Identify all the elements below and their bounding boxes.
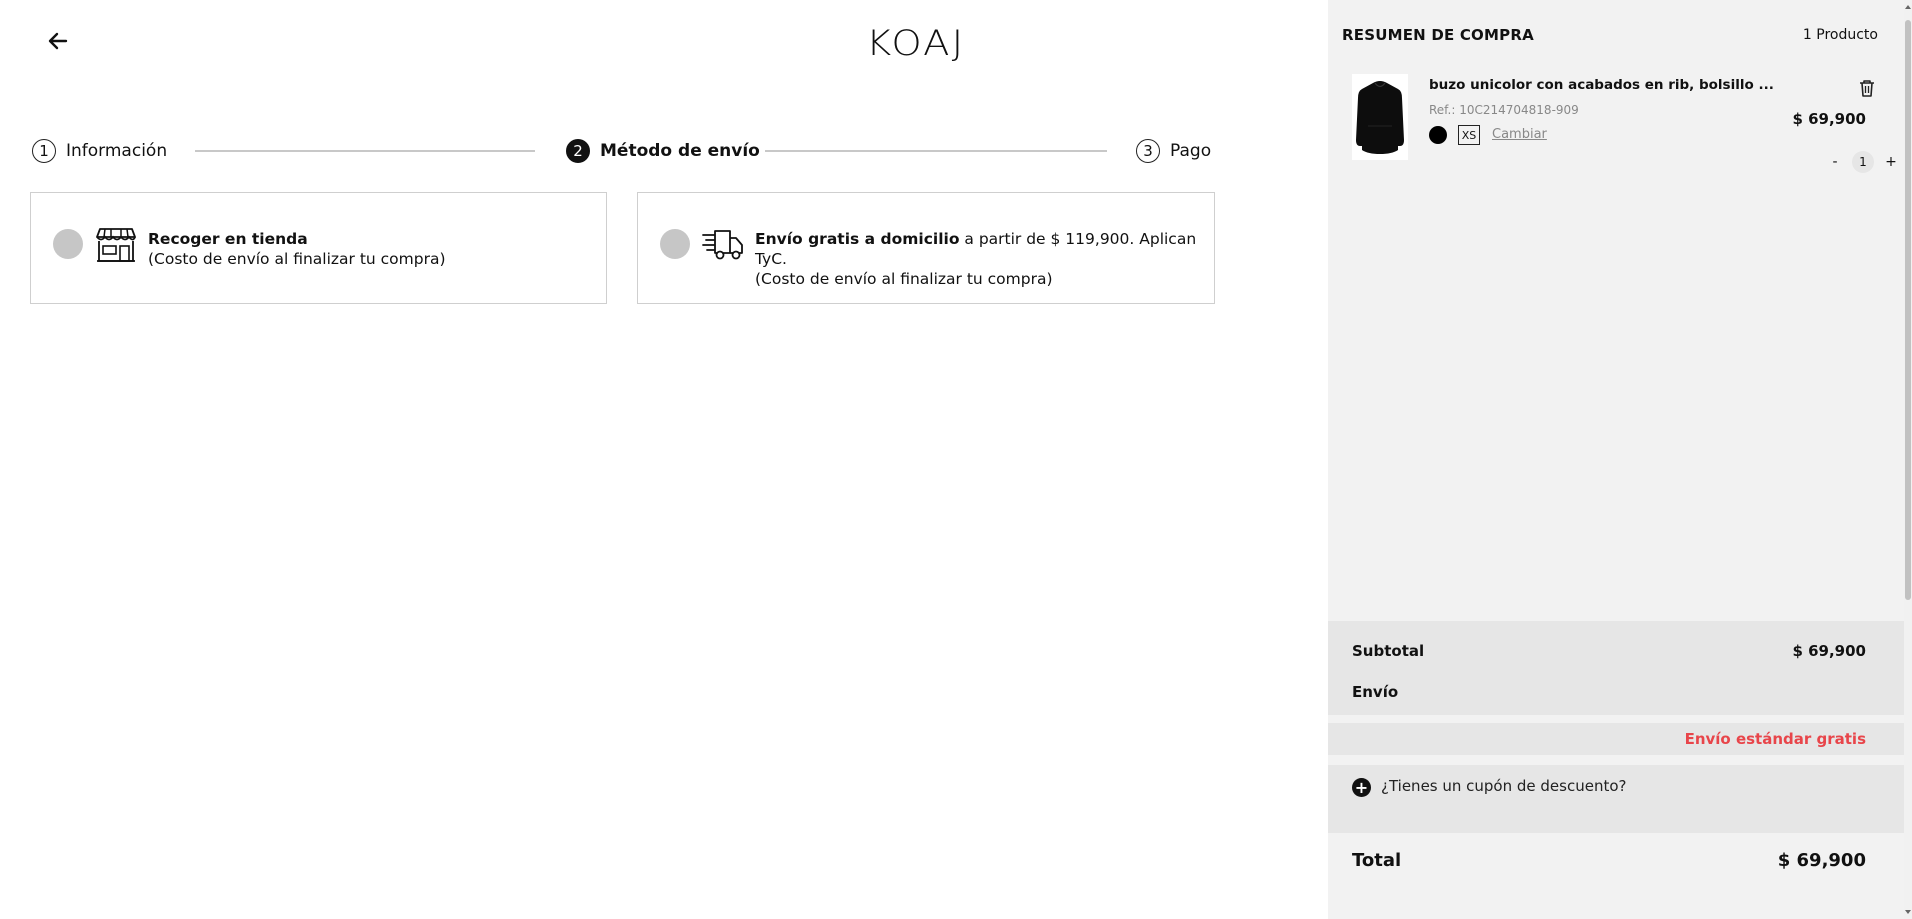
quantity-stepper: - 1 + bbox=[1828, 150, 1898, 174]
trash-icon[interactable] bbox=[1858, 78, 1876, 98]
step-number: 3 bbox=[1136, 139, 1160, 163]
step-label: Información bbox=[66, 141, 168, 161]
step-informacion[interactable]: 1 Información bbox=[32, 137, 167, 165]
step-label: Método de envío bbox=[600, 141, 760, 161]
total-label: Total bbox=[1352, 850, 1402, 871]
option-text: Envío gratis a domicilio a partir de $ 1… bbox=[755, 229, 1214, 289]
option-note: (Costo de envío al finalizar tu compra) bbox=[148, 250, 446, 268]
step-divider bbox=[195, 150, 535, 152]
subtotal-label: Subtotal bbox=[1352, 642, 1425, 660]
option-title: Recoger en tienda bbox=[148, 230, 308, 248]
product-thumbnail bbox=[1352, 74, 1408, 160]
free-shipping-row: Envío estándar gratis bbox=[1328, 723, 1904, 755]
coupon-toggle[interactable]: + ¿Tienes un cupón de descuento? bbox=[1328, 765, 1904, 833]
scroll-down-icon[interactable] bbox=[1905, 910, 1911, 914]
step-number: 1 bbox=[32, 139, 56, 163]
product-price: $ 69,900 bbox=[1792, 110, 1866, 128]
shipping-option-home-delivery[interactable]: Envío gratis a domicilio a partir de $ 1… bbox=[637, 192, 1215, 304]
shipping-label: Envío bbox=[1352, 683, 1399, 701]
step-number: 2 bbox=[566, 139, 590, 163]
option-title: Envío gratis a domicilio bbox=[755, 230, 960, 248]
change-variant-link[interactable]: Cambiar bbox=[1492, 127, 1547, 142]
product-color-swatch bbox=[1429, 126, 1447, 144]
option-note: (Costo de envío al finalizar tu compra) bbox=[755, 270, 1053, 288]
order-summary-panel: RESUMEN DE COMPRA 1 Producto buzo unicol… bbox=[1328, 0, 1904, 919]
delivery-truck-icon bbox=[702, 227, 744, 263]
product-reference: Ref.: 10C214704818-909 bbox=[1429, 103, 1579, 117]
store-icon bbox=[95, 227, 137, 263]
coupon-text: ¿Tienes un cupón de descuento? bbox=[1381, 777, 1627, 795]
plus-circle-icon: + bbox=[1352, 778, 1371, 797]
scrollbar[interactable] bbox=[1904, 0, 1912, 919]
subtotal-value: $ 69,900 bbox=[1792, 642, 1866, 660]
quantity-increase-button[interactable]: + bbox=[1884, 154, 1898, 170]
back-arrow-icon[interactable] bbox=[44, 27, 72, 55]
step-divider bbox=[765, 150, 1107, 152]
step-label: Pago bbox=[1170, 141, 1212, 161]
step-metodo-envio[interactable]: 2 Método de envío bbox=[566, 137, 760, 165]
total-value: $ 69,900 bbox=[1777, 850, 1866, 871]
quantity-value: 1 bbox=[1852, 151, 1874, 173]
scroll-up-icon[interactable] bbox=[1905, 5, 1911, 9]
checkout-stepper: 1 Información 2 Método de envío 3 Pago bbox=[32, 137, 1212, 165]
step-pago[interactable]: 3 Pago bbox=[1136, 137, 1211, 165]
totals-section: Subtotal $ 69,900 Envío bbox=[1328, 621, 1904, 715]
shipping-option-store-pickup[interactable]: Recoger en tienda (Costo de envío al fin… bbox=[30, 192, 607, 304]
option-text: Recoger en tienda (Costo de envío al fin… bbox=[148, 229, 446, 269]
brand-logo[interactable]: KOAJ bbox=[866, 24, 965, 64]
product-size-badge: XS bbox=[1458, 125, 1480, 145]
free-shipping-text: Envío estándar gratis bbox=[1684, 730, 1866, 748]
scrollbar-thumb[interactable] bbox=[1905, 20, 1911, 600]
product-count: 1 Producto bbox=[1802, 27, 1878, 43]
checkout-page: KOAJ 1 Información 2 Método de envío 3 P… bbox=[0, 0, 1912, 919]
quantity-decrease-button[interactable]: - bbox=[1828, 154, 1842, 170]
summary-title: RESUMEN DE COMPRA bbox=[1342, 26, 1534, 44]
radio-button[interactable] bbox=[660, 229, 690, 259]
radio-button[interactable] bbox=[53, 229, 83, 259]
product-name[interactable]: buzo unicolor con acabados en rib, bolsi… bbox=[1429, 77, 1774, 93]
